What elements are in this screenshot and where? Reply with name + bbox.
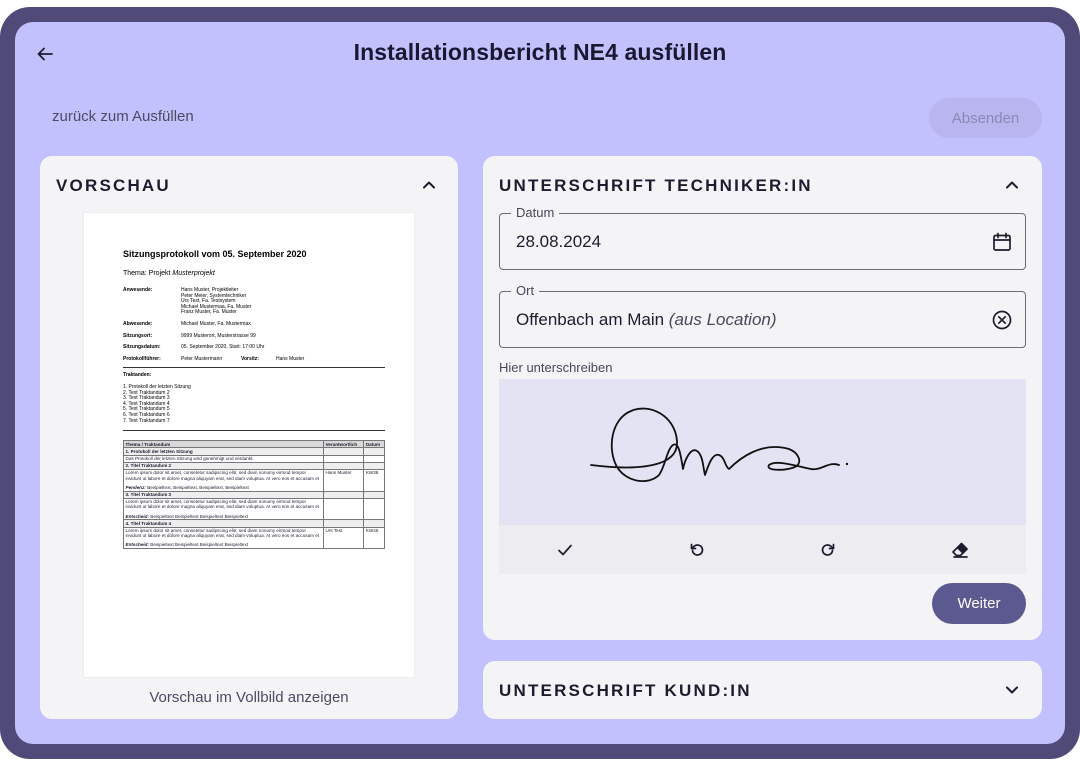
signature-toolbar <box>499 525 1026 574</box>
device-frame: Installationsbericht NE4 ausfüllen zurüc… <box>0 7 1080 759</box>
place-field-value: Offenbach am Main (aus Location) <box>516 310 777 329</box>
doc-minutes: Protokollführer: Peter Mustermann Vorsitz:… <box>123 355 305 362</box>
doc-date: Sitzungsdatum: 05. September 2020, Start:… <box>123 344 265 351</box>
doc-agenda-list: 1. Protokoll der letzten Sitzung 2. Text… <box>123 383 191 424</box>
customer-signature-title: UNTERSCHRIFT KUND:IN <box>499 681 752 700</box>
doc-theme: Thema: Projekt Musterprojekt <box>123 270 215 277</box>
doc-absent: Abwesende: Michael Muster, Fa. Mustermax <box>123 320 251 327</box>
doc-divider <box>123 367 385 369</box>
chevron-down-icon[interactable] <box>1004 682 1020 698</box>
document-preview[interactable]: Sitzungsprotokoll vom 05. September 2020… <box>84 213 414 677</box>
date-field[interactable]: Datum 28.08.2024 <box>499 205 1026 270</box>
place-field-label: Ort <box>511 283 540 298</box>
sign-hint: Hier unterschreiben <box>499 360 613 375</box>
app-screen: Installationsbericht NE4 ausfüllen zurüc… <box>15 22 1065 744</box>
back-to-form-link[interactable]: zurück zum Ausfüllen <box>52 108 194 125</box>
preview-card: VORSCHAU Sitzungsprotokoll vom 05. Septe… <box>40 156 458 719</box>
signature-pad[interactable] <box>499 379 1026 525</box>
redo-icon[interactable] <box>817 539 839 561</box>
chevron-up-icon[interactable] <box>1004 177 1020 193</box>
date-field-label: Datum <box>511 205 560 220</box>
check-icon[interactable] <box>554 539 576 561</box>
preview-title: VORSCHAU <box>56 176 171 195</box>
page-title: Installationsbericht NE4 ausfüllen <box>353 39 727 65</box>
doc-divider <box>123 430 385 432</box>
signature-stroke <box>590 407 849 482</box>
send-button[interactable]: Absenden <box>929 98 1042 138</box>
doc-heading: Sitzungsprotokoll vom 05. September 2020 <box>123 249 307 259</box>
doc-attendees: Anwesende: Hans Muster, Projektleiter Pe… <box>123 287 252 316</box>
date-field-value: 28.08.2024 <box>516 232 602 251</box>
chevron-up-icon[interactable] <box>421 177 437 193</box>
next-button[interactable]: Weiter <box>932 583 1026 624</box>
fullscreen-preview-link[interactable]: Vorschau im Vollbild anzeigen <box>40 689 458 706</box>
clear-circle-icon[interactable] <box>991 309 1013 331</box>
place-field[interactable]: Ort Offenbach am Main (aus Location) <box>499 283 1026 348</box>
eraser-icon[interactable] <box>949 539 971 561</box>
technician-signature-title: UNTERSCHRIFT TECHNIKER:IN <box>499 176 813 195</box>
calendar-icon[interactable] <box>991 231 1013 253</box>
doc-table: Thema / Traktandum Verantwortlich Datum … <box>123 440 385 550</box>
doc-agenda-label: Traktanden: <box>123 372 152 379</box>
customer-signature-card[interactable]: UNTERSCHRIFT KUND:IN <box>483 661 1042 719</box>
doc-location: Sitzungsort: 9999 Musterort, Musterstrass… <box>123 332 256 339</box>
undo-icon[interactable] <box>686 539 708 561</box>
technician-signature-card: UNTERSCHRIFT TECHNIKER:IN Datum 28.08.20… <box>483 156 1042 640</box>
